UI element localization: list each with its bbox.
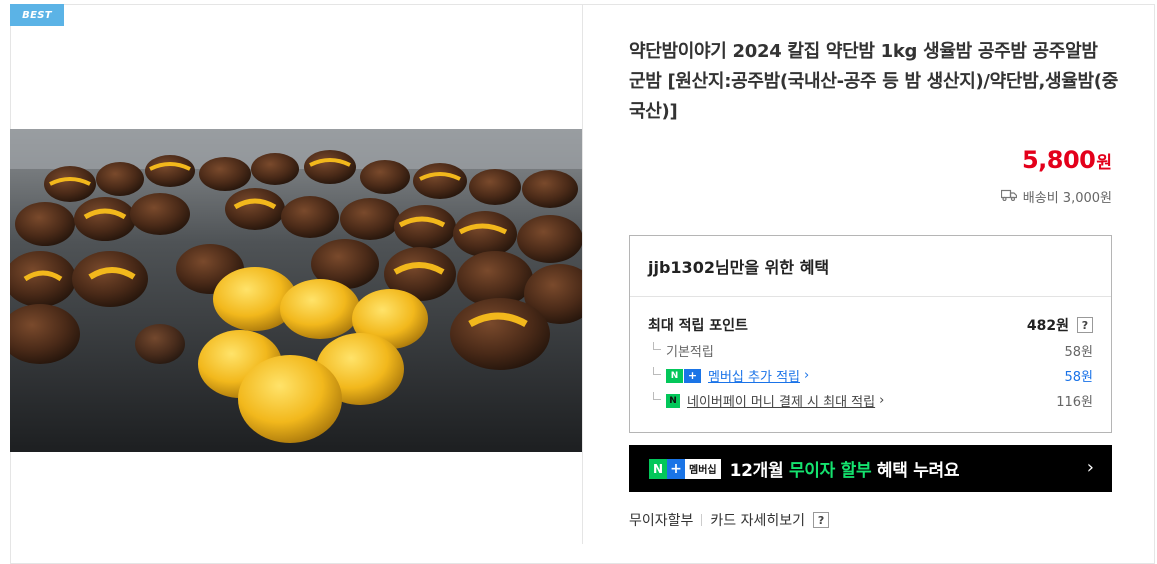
truck-icon bbox=[1000, 189, 1017, 205]
npay-points-row[interactable]: N 네이버페이 머니 결제 시 최대 적립 › 116원 bbox=[648, 391, 1093, 410]
divider bbox=[701, 514, 703, 526]
banner-text-highlight: 무이자 할부 bbox=[788, 461, 872, 481]
naver-plus-membership-logo: N + 멤버십 bbox=[649, 458, 721, 480]
banner-text-before: 12개월 bbox=[729, 461, 789, 481]
product-photo[interactable] bbox=[10, 129, 582, 452]
chestnut-photo-illustration bbox=[10, 129, 582, 452]
shipping-fee: 배송비 3,000원 bbox=[1000, 187, 1112, 206]
banner-text: 12개월 무이자 할부 혜택 누려요 bbox=[730, 456, 960, 481]
card-help-button[interactable]: ? bbox=[813, 512, 830, 528]
npay-points-value: 116원 bbox=[1056, 395, 1093, 410]
max-points-row: 최대 적립 포인트 482원 ? bbox=[648, 315, 1093, 335]
max-points-value: 482원 bbox=[1026, 318, 1069, 334]
shipping-fee-text: 배송비 3,000원 bbox=[1022, 191, 1112, 206]
naver-pay-icon: N bbox=[666, 393, 680, 408]
basic-points-label: 기본적립 bbox=[648, 341, 714, 360]
product-title: 약단밤이야기 2024 칼집 약단밤 1kg 생율밤 공주밤 공주알밤 군밤 [… bbox=[629, 41, 1118, 122]
chevron-right-icon: › bbox=[1086, 457, 1094, 478]
basic-points-row: 기본적립 58원 bbox=[648, 341, 1093, 360]
membership-points-link[interactable]: 멤버십 추가 적립 bbox=[708, 366, 800, 385]
installment-link[interactable]: 무이자할부 bbox=[629, 510, 693, 530]
npay-points-link[interactable]: 네이버페이 머니 결제 시 최대 적립 bbox=[687, 391, 875, 410]
member-benefit-box: jjb1302님만을 위한 혜택 최대 적립 포인트 482원 ? 기본적립 5… bbox=[629, 235, 1112, 433]
plus-membership-icon: + bbox=[684, 368, 701, 383]
banner-text-after: 혜택 누려요 bbox=[871, 461, 960, 481]
price-number: 5,800 bbox=[1021, 146, 1096, 174]
card-info-links: 무이자할부 카드 자세히보기 ? bbox=[629, 510, 830, 530]
basic-points-value: 58원 bbox=[1064, 345, 1093, 360]
product-image-column: BEST bbox=[10, 4, 583, 544]
membership-points-value: 58원 bbox=[1064, 370, 1093, 385]
installment-banner[interactable]: N + 멤버십 12개월 무이자 할부 혜택 누려요 › bbox=[629, 445, 1112, 492]
max-points-label: 최대 적립 포인트 bbox=[648, 318, 748, 334]
chevron-right-icon: › bbox=[804, 368, 810, 383]
benefit-header: jjb1302님만을 위한 혜택 bbox=[630, 236, 1111, 297]
naver-n-icon: N bbox=[666, 368, 683, 383]
product-price: 5,800 원 bbox=[1022, 146, 1112, 174]
plus-icon: + bbox=[667, 458, 685, 479]
card-details-link[interactable]: 카드 자세히보기 bbox=[710, 510, 805, 530]
max-points-help-button[interactable]: ? bbox=[1077, 317, 1093, 333]
membership-points-row[interactable]: N + 멤버십 추가 적립 › 58원 bbox=[648, 366, 1093, 385]
naver-n-icon: N bbox=[649, 458, 667, 479]
chevron-right-icon: › bbox=[879, 393, 885, 408]
best-badge: BEST bbox=[10, 4, 64, 26]
membership-label: 멤버십 bbox=[685, 458, 721, 479]
price-unit: 원 bbox=[1096, 153, 1112, 173]
